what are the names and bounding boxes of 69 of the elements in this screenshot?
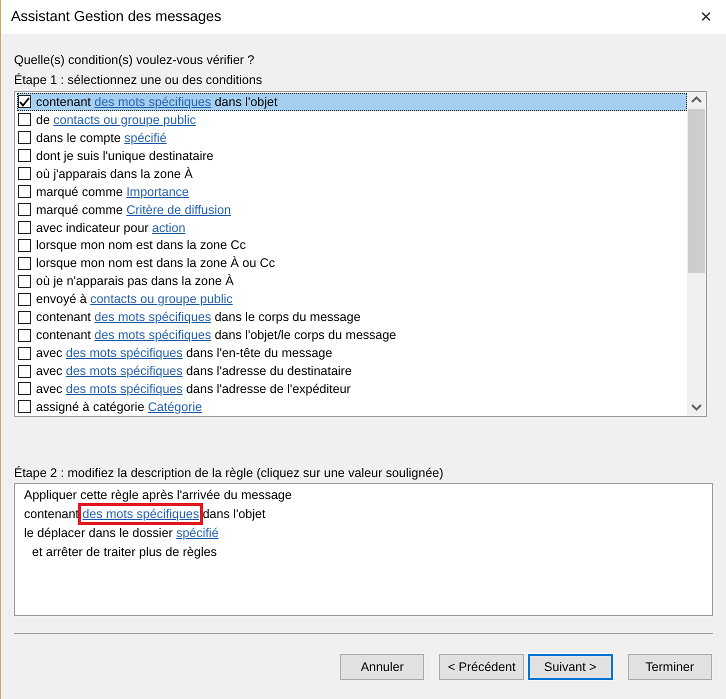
checkbox[interactable] xyxy=(18,185,31,198)
checkbox[interactable] xyxy=(18,131,31,144)
condition-text: de contacts ou groupe public xyxy=(36,112,196,127)
checkbox[interactable] xyxy=(18,221,31,234)
step-label: Étape 1 : sélectionnez une ou des conditions xyxy=(14,72,264,89)
condition-item[interactable]: lorsque mon nom est dans la zone À ou Cc xyxy=(17,254,687,272)
window-title: Assistant Gestion des messages xyxy=(11,9,222,25)
condition-text: contenant des mots spécifiques dans l'objet xyxy=(36,94,278,109)
condition-text: marqué comme Importance xyxy=(36,184,189,199)
condition-text: dans le compte spécifié xyxy=(36,130,167,145)
condition-item[interactable]: avec des mots spécifiques dans l'en-tête du message xyxy=(17,344,687,362)
condition-item[interactable]: dont je suis l'unique destinataire xyxy=(17,146,687,165)
checkbox[interactable] xyxy=(18,238,31,252)
condition-text: assigné à catégorie Catégorie xyxy=(36,400,202,414)
checkbox[interactable] xyxy=(18,346,31,360)
condition-text: où j'apparais dans la zone À xyxy=(36,166,193,181)
condition-text: avec des mots spécifiques dans l'en-tête du message xyxy=(36,346,332,360)
checkbox[interactable] xyxy=(18,149,31,162)
condition-item[interactable]: avec des mots spécifiques dans l'adresse de l'expéditeur xyxy=(17,380,687,398)
scroll-thumb[interactable] xyxy=(688,109,705,273)
description-line: le déplacer dans le dossier spécifié xyxy=(24,525,220,542)
condition-text: marqué comme Critère de diffusion xyxy=(36,202,231,217)
condition-item[interactable]: où j'apparais dans la zone À xyxy=(17,164,687,183)
checkbox[interactable] xyxy=(18,203,31,216)
condition-item[interactable]: envoyé à contacts ou groupe public xyxy=(17,290,687,308)
dialog-button[interactable]: < Précédent xyxy=(439,654,524,680)
condition-text: où je n'apparais pas dans la zone À xyxy=(36,274,234,288)
description-line: contenant des mots spécifiques dans l'objet xyxy=(24,505,712,524)
description-line: Appliquer cette règle après l'arrivée du message xyxy=(24,487,293,504)
condition-item[interactable]: dans le compte spécifié xyxy=(17,128,687,147)
checkbox[interactable] xyxy=(18,292,31,306)
condition-item[interactable]: de contacts ou groupe public xyxy=(17,110,687,129)
condition-text: avec indicateur pour action xyxy=(36,220,186,235)
condition-text: avec des mots spécifiques dans l'adresse de l'expéditeur xyxy=(36,382,351,396)
condition-item[interactable]: lorsque mon nom est dans la zone Cc xyxy=(17,236,687,254)
condition-item[interactable]: marqué comme Importance xyxy=(17,182,687,201)
condition-text: contenant des mots spécifiques dans le corps du message xyxy=(36,310,361,324)
condition-item[interactable]: contenant des mots spécifiques dans l'objet xyxy=(17,93,687,111)
condition-text: avec des mots spécifiques dans l'adresse du destinataire xyxy=(36,364,352,378)
dialog-button[interactable]: Suivant > xyxy=(528,654,612,680)
condition-item[interactable]: contenant des mots spécifiques dans l'objet/le corps du message xyxy=(17,326,687,344)
condition-text: contenant des mots spécifiques dans l'objet/le corps du message xyxy=(36,328,396,342)
condition-item[interactable]: contenant des mots spécifiques dans le corps du message xyxy=(17,308,687,326)
checkbox[interactable] xyxy=(18,310,31,324)
checkbox[interactable] xyxy=(18,167,31,180)
condition-text: lorsque mon nom est dans la zone Cc xyxy=(36,238,246,252)
checkbox[interactable] xyxy=(18,113,31,126)
dialog-button[interactable]: Terminer xyxy=(628,654,712,680)
condition-item[interactable]: assigné à catégorie Catégorie xyxy=(17,398,687,416)
close-button[interactable]: ✕ xyxy=(686,2,726,32)
condition-text: dont je suis l'unique destinataire xyxy=(36,148,214,163)
checkbox[interactable] xyxy=(18,274,31,288)
scrollbar[interactable] xyxy=(687,92,706,416)
checkbox[interactable] xyxy=(18,95,31,108)
dialog-button[interactable]: Annuler xyxy=(340,654,424,680)
condition-item[interactable]: avec indicateur pour action xyxy=(17,218,687,236)
condition-item[interactable]: marqué comme Critère de diffusion xyxy=(17,200,687,219)
checkbox[interactable] xyxy=(18,256,31,270)
checkbox[interactable] xyxy=(18,400,31,414)
description-line: et arrêter de traiter plus de règles xyxy=(31,544,218,561)
checkbox[interactable] xyxy=(18,328,31,342)
question-label: Quelle(s) condition(s) voulez-vous vérifier ? xyxy=(14,52,256,69)
condition-text: lorsque mon nom est dans la zone À ou Cc xyxy=(36,256,276,270)
condition-item[interactable]: où je n'apparais pas dans la zone À xyxy=(17,272,687,290)
checkbox[interactable] xyxy=(18,364,31,378)
condition-item[interactable]: avec des mots spécifiques dans l'adresse du destinataire xyxy=(17,362,687,380)
checkbox[interactable] xyxy=(18,382,31,396)
condition-text: envoyé à contacts ou groupe public xyxy=(36,292,233,306)
step-label: Étape 2 : modifiez la description de la règle (cliquez sur une valeur soulignée) xyxy=(14,465,444,482)
